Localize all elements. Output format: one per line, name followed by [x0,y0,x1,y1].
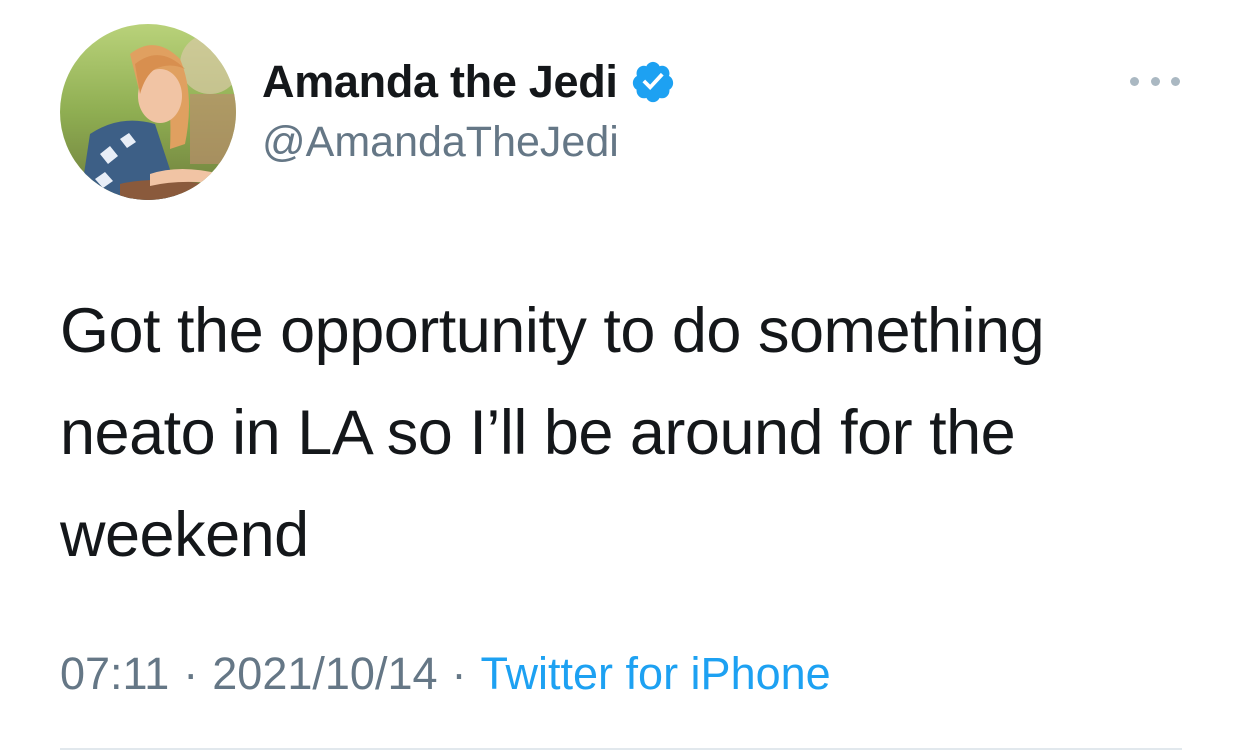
avatar[interactable] [60,24,236,200]
tweet-time: 07:11 [60,648,170,699]
tweet-meta: 07:11 · 2021/10/14 · Twitter for iPhone [60,648,831,700]
tweet-source-link[interactable]: Twitter for iPhone [481,648,831,700]
author-name-row: Amanda the Jedi [262,54,676,110]
verified-badge-icon [632,61,673,103]
author-handle[interactable]: @AmandaTheJedi [262,118,619,167]
divider [60,748,1182,750]
more-dots-icon[interactable] [1130,72,1180,90]
separator: · [451,648,467,699]
author-name[interactable]: Amanda the Jedi [262,56,618,108]
tweet-date: 2021/10/14 [212,648,438,699]
dot [1130,76,1139,86]
dot [1150,76,1160,86]
tweet-card: Amanda the Jedi @AmandaTheJedi Got the o… [0,0,1242,751]
dot [1171,76,1180,86]
tweet-text: Got the opportunity to do something neat… [60,296,1045,570]
separator: · [183,648,199,699]
